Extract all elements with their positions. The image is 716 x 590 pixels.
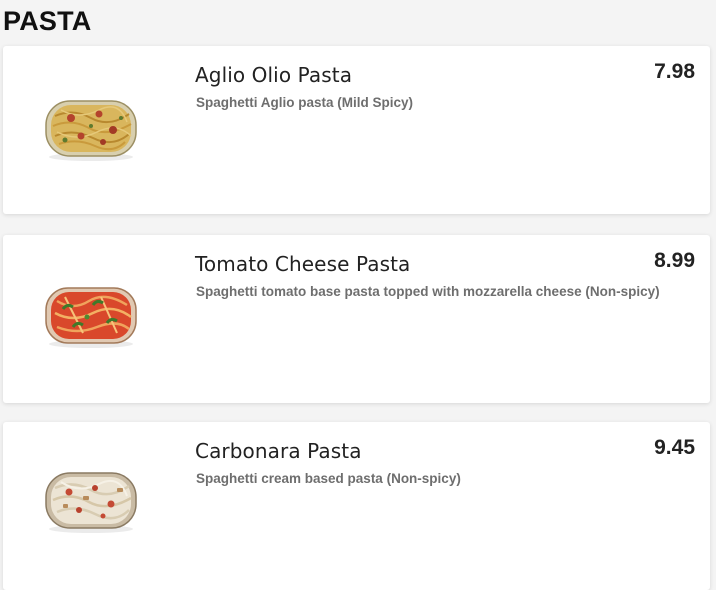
dish-name: Tomato Cheese Pasta — [195, 252, 411, 276]
aglio-olio-pasta-image[interactable] — [43, 96, 139, 162]
dish-description: Spaghetti cream based pasta (Non-spicy) — [196, 471, 461, 486]
dish-price: 7.98 — [654, 60, 695, 83]
menu-item-card-carbonara[interactable]: Carbonara Pasta Spaghetti cream based pa… — [3, 422, 710, 590]
dish-description: Spaghetti tomato base pasta topped with … — [196, 284, 660, 299]
dish-price: 8.99 — [654, 249, 695, 272]
dish-name: Aglio Olio Pasta — [195, 63, 353, 87]
menu-item-card-tomato-cheese[interactable]: Tomato Cheese Pasta Spaghetti tomato bas… — [3, 235, 710, 403]
dish-name: Carbonara Pasta — [195, 439, 362, 463]
section-title: PASTA — [3, 6, 92, 36]
dish-description: Spaghetti Aglio pasta (Mild Spicy) — [196, 95, 414, 110]
menu-item-card-aglio-olio[interactable]: Aglio Olio Pasta Spaghetti Aglio pasta (… — [3, 46, 710, 214]
carbonara-pasta-image[interactable] — [43, 468, 139, 534]
dish-price: 9.45 — [654, 436, 695, 459]
tomato-cheese-pasta-image[interactable] — [43, 283, 139, 349]
